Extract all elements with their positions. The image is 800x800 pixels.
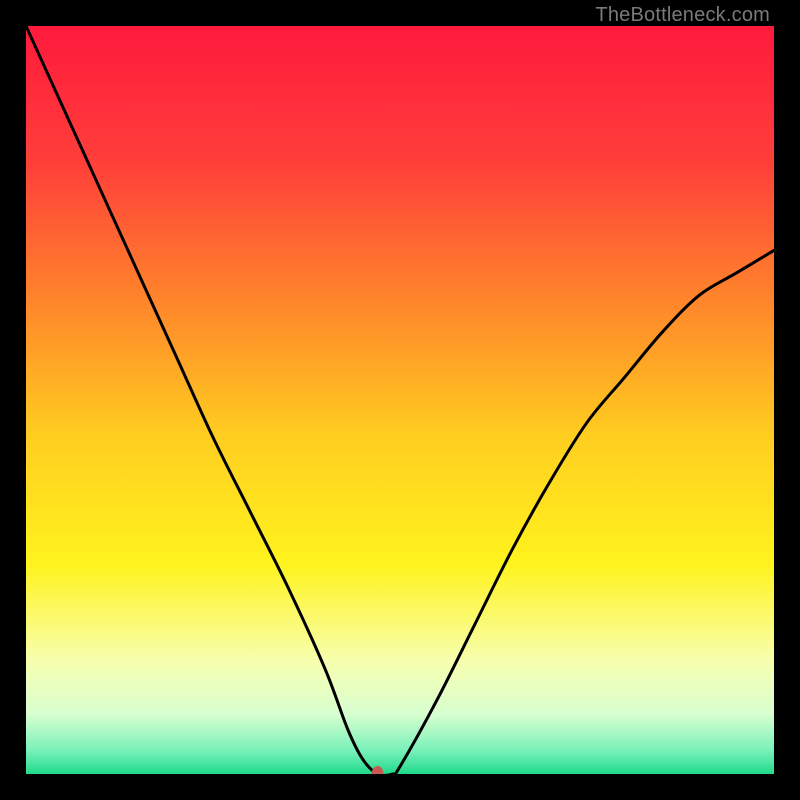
chart-frame [26,26,774,774]
watermark-text: TheBottleneck.com [595,4,770,27]
chart-svg [26,26,774,774]
gradient-background [26,26,774,774]
